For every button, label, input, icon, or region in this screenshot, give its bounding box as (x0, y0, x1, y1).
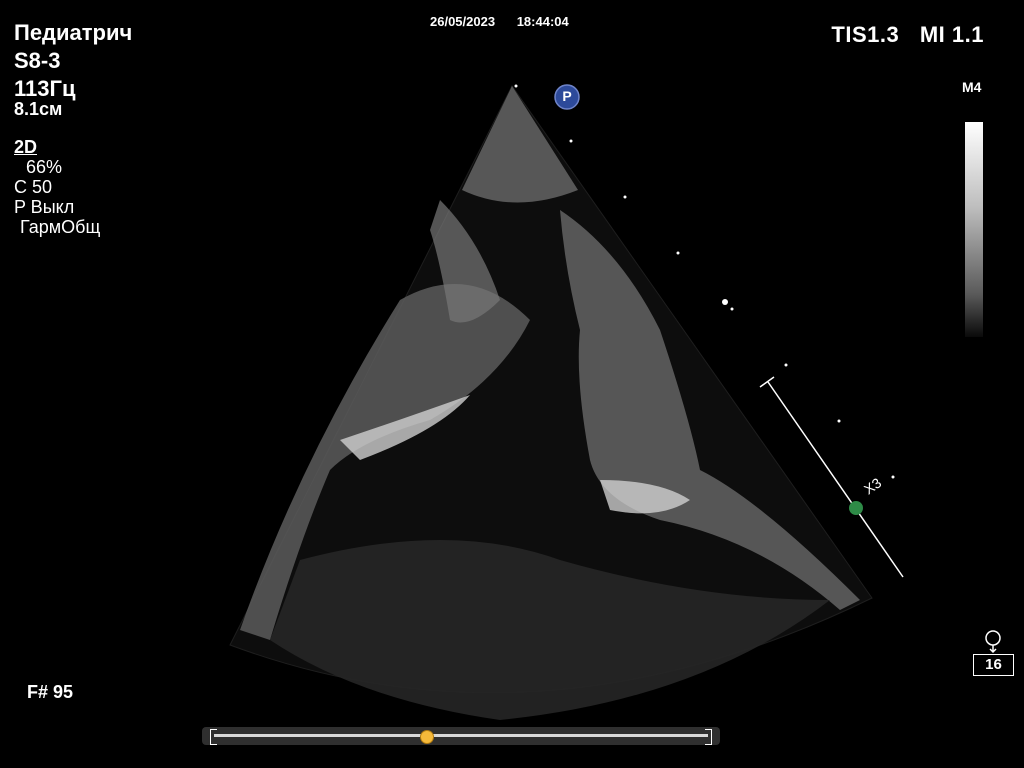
time-value: 18:44:04 (516, 14, 569, 29)
cine-handle[interactable] (420, 730, 435, 744)
grayscale-bar (965, 122, 983, 337)
gain-value: 66% (26, 157, 63, 177)
frame-rate: 113Гц (14, 76, 76, 101)
preset-name[interactable]: Педиатрич (14, 22, 132, 44)
cine-end-bracket[interactable] (705, 729, 712, 745)
cine-start-bracket[interactable] (210, 729, 217, 745)
caliper-point[interactable] (849, 501, 863, 515)
sector-image (229, 84, 904, 720)
gray-map-label: M4 (962, 79, 982, 95)
persistence-value: P Выкл (14, 197, 75, 217)
frame-number: F# 95 (27, 682, 74, 702)
cine-track[interactable] (214, 734, 708, 737)
probe-info: Педиатрич S8-3 113Гц 8.1см (14, 22, 132, 119)
date-value: 26/05/2023 (430, 14, 496, 29)
focus-marker-label: P (562, 88, 572, 104)
mode-label: 2D (14, 137, 38, 157)
loop-count[interactable]: 16 (973, 654, 1014, 676)
depth-value: 8.1см (14, 99, 63, 119)
loop-icon[interactable] (983, 628, 1003, 654)
tis-value: TIS1.3 (831, 22, 900, 47)
ultrasound-screen: P X3 Педиатрич S8-3 113Гц 8.1см 2D 66% C… (0, 0, 1024, 768)
cine-scrollbar[interactable] (202, 727, 720, 745)
probe-name: S8-3 (14, 48, 61, 73)
imaging-params: 2D 66% C 50 P Выкл ГармОбщ (14, 137, 100, 237)
datetime: 26/05/2023 18:44:04 (430, 14, 587, 29)
compression-value: C 50 (14, 177, 53, 197)
harmonics-value: ГармОбщ (20, 217, 101, 237)
acoustic-indices: TIS1.3 MI 1.1 (817, 22, 984, 48)
mi-value: MI 1.1 (919, 22, 984, 47)
